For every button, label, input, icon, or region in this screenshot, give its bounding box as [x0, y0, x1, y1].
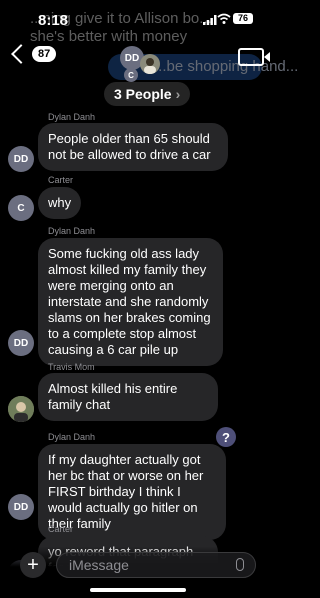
plus-button[interactable]: +	[20, 552, 46, 578]
wifi-icon	[217, 13, 231, 24]
sender-avatar[interactable]: DD	[8, 146, 34, 172]
status-bar: 8:18 76	[0, 0, 276, 40]
sender-avatar[interactable]: C	[8, 195, 34, 221]
message-input[interactable]: iMessage	[56, 552, 256, 578]
battery-indicator: 76	[233, 13, 253, 24]
unread-count-badge: 87	[32, 46, 57, 62]
group-name: 3 People	[114, 86, 172, 102]
avatar-c: C	[124, 68, 138, 82]
conversation-header: 87 DD C 3 People ›	[0, 40, 276, 112]
chevron-left-icon	[11, 44, 31, 64]
back-button[interactable]: 87	[8, 44, 57, 64]
sender-avatar[interactable]: DD	[8, 330, 34, 356]
sender-name: Carter	[48, 175, 74, 185]
microphone-icon[interactable]	[236, 558, 244, 571]
status-time: 8:18	[38, 12, 69, 29]
sender-name: Dylan Danh	[48, 112, 96, 122]
question-mark-reaction[interactable]: ?	[216, 427, 236, 447]
sender-name: Carter	[48, 524, 74, 534]
group-avatar[interactable]: DD C	[116, 46, 162, 86]
sender-name: Dylan Danh	[48, 226, 96, 236]
video-call-button[interactable]	[238, 48, 270, 66]
avatar-photo	[140, 54, 160, 74]
group-name-button[interactable]: 3 People ›	[104, 82, 191, 106]
message-bubble[interactable]: Some fucking old ass lady almost killed …	[38, 238, 223, 366]
message-bubble[interactable]: why	[38, 187, 82, 219]
message-bubble[interactable]: People older than 65 should not be allow…	[38, 123, 228, 171]
sender-avatar[interactable]: DD	[8, 494, 34, 520]
sender-avatar-photo[interactable]	[8, 396, 34, 422]
sender-name: Dylan Danh	[48, 432, 96, 442]
chevron-right-icon: ›	[175, 86, 181, 102]
cell-signal-icon	[203, 15, 217, 25]
home-indicator	[90, 588, 186, 592]
message-bubble[interactable]: Almost killed his entire family chat	[38, 373, 218, 421]
sender-name: Travis Mom	[48, 362, 95, 372]
